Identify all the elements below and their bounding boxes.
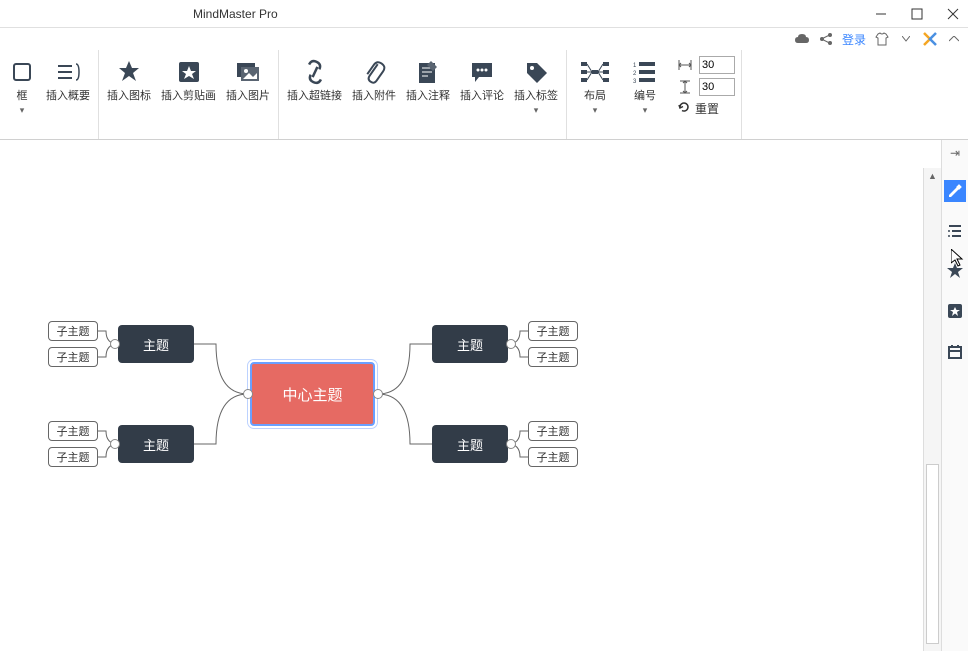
topic-node[interactable]: 主题	[432, 325, 508, 363]
picture-icon	[234, 58, 262, 86]
note-icon	[414, 58, 442, 86]
share-icon[interactable]	[818, 31, 834, 47]
app-title: MindMaster Pro	[193, 7, 278, 21]
chevron-down-icon: ▾	[534, 105, 539, 116]
format-panel-button[interactable]	[944, 180, 966, 202]
chevron-down-icon[interactable]	[898, 31, 914, 47]
close-button[interactable]	[946, 7, 960, 21]
insert-clipart-button[interactable]: 插入剪贴画	[159, 56, 218, 105]
svg-text:2: 2	[633, 71, 637, 77]
connector-wires	[0, 140, 923, 651]
vertical-spacing-icon	[677, 80, 693, 94]
subtopic-node[interactable]: 子主题	[528, 421, 578, 441]
subtopic-node[interactable]: 子主题	[528, 447, 578, 467]
chevron-down-icon: ▾	[20, 105, 25, 116]
insert-tag-button[interactable]: 插入标签 ▾	[512, 56, 560, 118]
minimize-button[interactable]	[874, 7, 888, 21]
horizontal-spacing-icon	[677, 58, 693, 72]
subtopic-node[interactable]: 子主题	[528, 347, 578, 367]
numbering-button[interactable]: 123 编号 ▾	[623, 56, 667, 118]
subtopic-node[interactable]: 子主题	[48, 421, 98, 441]
icon-panel-button[interactable]	[944, 260, 966, 282]
insert-icon-button[interactable]: 插入图标	[105, 56, 153, 105]
connector-dot[interactable]	[373, 389, 383, 399]
subtopic-node[interactable]: 子主题	[528, 321, 578, 341]
frame-button[interactable]: 框 ▾	[6, 56, 38, 118]
horizontal-spacing-input[interactable]	[699, 56, 735, 74]
center-topic-node[interactable]: 中心主题	[250, 362, 375, 426]
connector-dot[interactable]	[110, 439, 120, 449]
chevron-down-icon: ▾	[643, 105, 648, 116]
insert-note-button[interactable]: 插入注释	[404, 56, 452, 105]
reset-button[interactable]: 重置	[677, 100, 735, 117]
ribbon-group-insert-media: 插入图标 插入剪贴画 插入图片	[99, 50, 279, 139]
subtopic-node[interactable]: 子主题	[48, 447, 98, 467]
svg-text:3: 3	[633, 79, 637, 84]
outline-panel-button[interactable]	[944, 220, 966, 242]
link-icon	[301, 58, 329, 86]
insert-summary-button[interactable]: 插入概要	[44, 56, 92, 105]
paperclip-icon	[360, 58, 388, 86]
svg-text:1: 1	[633, 63, 637, 69]
login-link[interactable]: 登录	[842, 31, 866, 48]
canvas-area[interactable]: 中心主题 主题 主题 主题 主题 子主题 子主题 子主题 子主题 子主题 子主题…	[0, 140, 923, 651]
side-panel: ⇥	[941, 140, 968, 651]
ribbon: 框 ▾ 插入概要 插入图标 插入剪贴画 插入图片 插入超链接 插入附件	[0, 50, 968, 140]
reset-icon	[677, 100, 691, 117]
clipart-panel-button[interactable]	[944, 300, 966, 322]
insert-attachment-button[interactable]: 插入附件	[350, 56, 398, 105]
task-panel-button[interactable]	[944, 340, 966, 362]
frame-icon	[8, 58, 36, 86]
titlebar: MindMaster Pro	[0, 0, 968, 28]
scrollbar-thumb[interactable]	[926, 464, 939, 644]
app-logo-icon[interactable]	[922, 31, 938, 47]
connector-dot[interactable]	[506, 439, 516, 449]
connector-dot[interactable]	[506, 339, 516, 349]
star-badge-icon	[115, 58, 143, 86]
tshirt-icon[interactable]	[874, 31, 890, 47]
insert-comment-button[interactable]: 插入评论	[458, 56, 506, 105]
maximize-button[interactable]	[910, 7, 924, 21]
numbering-icon: 1 2 3	[631, 58, 659, 86]
chevron-down-icon: ▾	[593, 105, 598, 116]
connector-dot[interactable]	[243, 389, 253, 399]
collapse-icon[interactable]	[946, 31, 962, 47]
layout-icon	[581, 58, 609, 86]
pin-icon[interactable]: ⇥	[950, 146, 960, 162]
insert-hyperlink-button[interactable]: 插入超链接	[285, 56, 344, 105]
tag-icon	[522, 58, 550, 86]
topic-node[interactable]: 主题	[118, 325, 194, 363]
comment-icon	[468, 58, 496, 86]
ribbon-group-outline: 框 ▾ 插入概要	[0, 50, 99, 139]
vertical-spacing-input[interactable]	[699, 78, 735, 96]
account-row: 登录	[0, 28, 968, 50]
summary-icon	[54, 58, 82, 86]
connector-dot[interactable]	[110, 339, 120, 349]
subtopic-node[interactable]: 子主题	[48, 347, 98, 367]
vertical-scrollbar[interactable]: ▲	[923, 168, 941, 651]
topic-node[interactable]: 主题	[118, 425, 194, 463]
ribbon-group-insert-items: 插入超链接 插入附件 插入注释 插入评论 插入标签 ▾	[279, 50, 567, 139]
cloud-icon[interactable]	[794, 31, 810, 47]
insert-picture-button[interactable]: 插入图片	[224, 56, 272, 105]
ribbon-group-layout: 布局 ▾ 123 编号 ▾ 重置	[567, 50, 742, 139]
topic-node[interactable]: 主题	[432, 425, 508, 463]
clipart-icon	[175, 58, 203, 86]
scroll-up-icon[interactable]: ▲	[924, 168, 941, 184]
layout-button[interactable]: 布局 ▾	[573, 56, 617, 118]
subtopic-node[interactable]: 子主题	[48, 321, 98, 341]
